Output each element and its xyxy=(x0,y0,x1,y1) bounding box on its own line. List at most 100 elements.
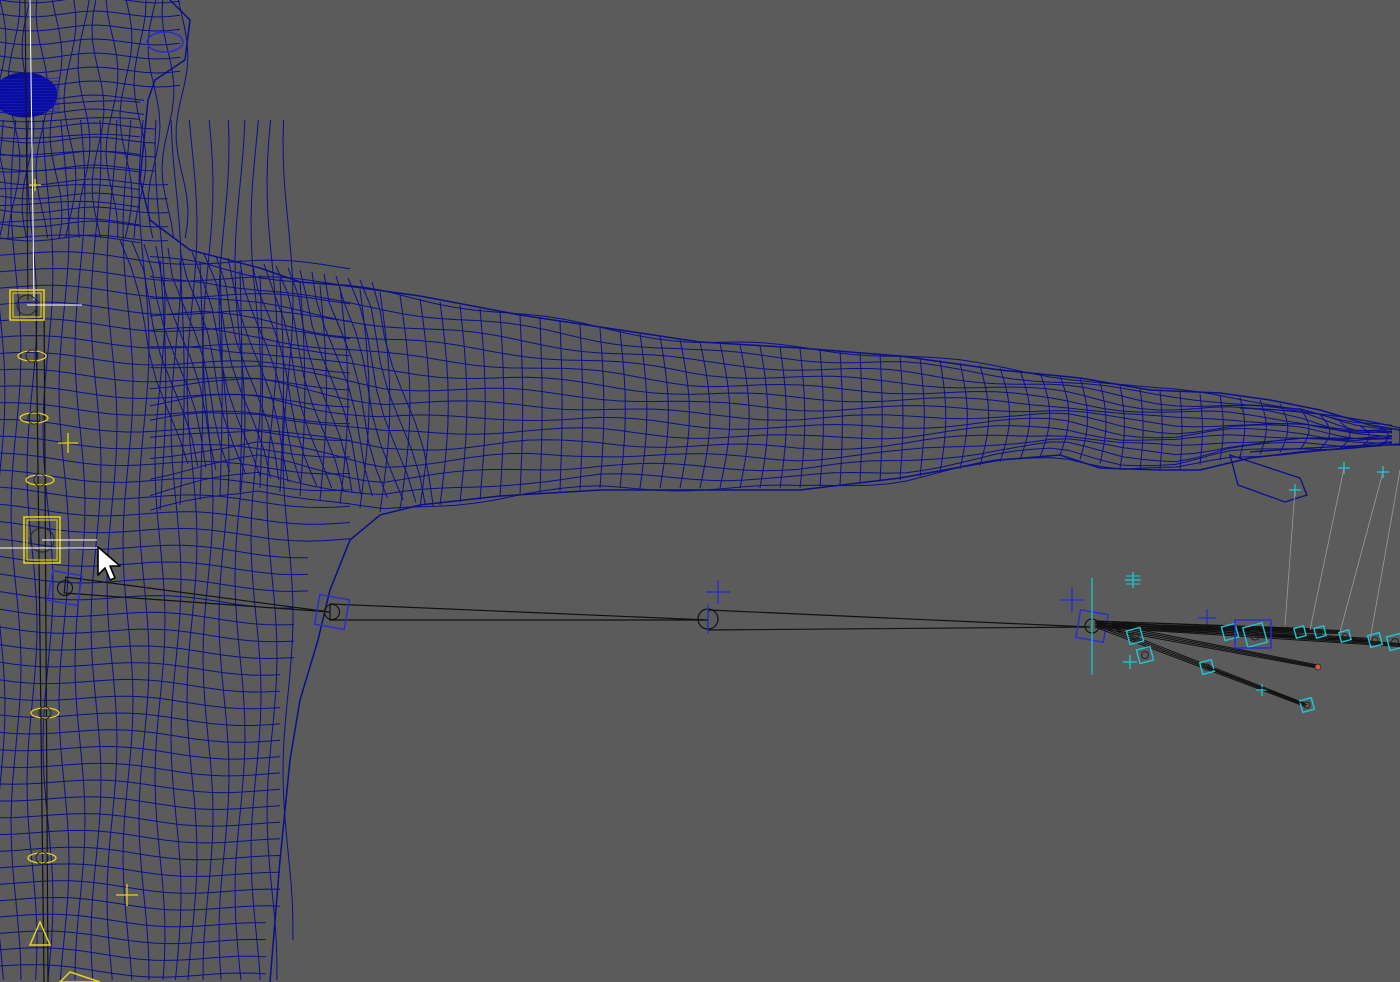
neck-edge-loop xyxy=(0,52,181,60)
torso-edge-loop xyxy=(0,555,309,576)
arm-ring xyxy=(1239,397,1246,458)
torso-edge-loop xyxy=(0,947,267,961)
shoulder-line xyxy=(359,279,426,505)
shoulder-line xyxy=(119,239,189,465)
arm-ring xyxy=(899,354,904,481)
neck-edge-loop xyxy=(0,206,169,214)
neck-edge-loop xyxy=(0,66,181,74)
arm-ring xyxy=(379,291,391,513)
hand-rig-helpers[interactable] xyxy=(1094,462,1400,714)
neck-edge-loop xyxy=(0,0,181,4)
torso-vertical-line xyxy=(250,119,262,981)
torso-edge-loop xyxy=(0,863,281,878)
arm-ring xyxy=(599,327,605,489)
arm-ring xyxy=(579,324,584,490)
arm-ring xyxy=(959,362,968,470)
torso-edge-loop xyxy=(0,521,351,542)
body-top-silhouette xyxy=(139,0,1400,431)
arm-ring xyxy=(439,301,449,506)
arm-ring xyxy=(639,333,648,489)
arm-edge-loop xyxy=(149,441,1393,483)
arm-ring xyxy=(979,365,990,466)
arm-edge-loop xyxy=(149,276,1393,431)
torso-edge-loop xyxy=(0,712,281,726)
torso-edge-loop xyxy=(0,626,295,643)
arm-edge-loop xyxy=(149,377,1393,440)
torso-edge-loop xyxy=(0,695,281,710)
torso-edge-loop xyxy=(0,116,141,123)
torso-vertical-line xyxy=(170,119,182,981)
arm-ring xyxy=(879,353,883,482)
neck-edge-loop xyxy=(0,24,181,32)
torso-vertical-line xyxy=(138,119,150,981)
neck-edge-loop xyxy=(0,38,181,46)
joint-handle-icon xyxy=(1141,651,1149,659)
arm-ring xyxy=(679,339,690,489)
arm-ring xyxy=(839,350,843,485)
body-bottom-silhouette xyxy=(269,443,1400,982)
torso-edge-loop xyxy=(0,419,351,441)
arm-ring xyxy=(1179,392,1183,471)
spine-disc-helper xyxy=(25,474,55,486)
finger-control-box xyxy=(1135,645,1155,665)
neck-vertical-line xyxy=(161,0,175,239)
pole-vector-line xyxy=(1369,469,1400,641)
torso-edge-loop xyxy=(0,200,141,208)
arm-ring xyxy=(799,347,806,489)
torso-edge-loop xyxy=(0,184,141,191)
torso-edge-loop xyxy=(0,591,295,609)
hip-helper-triangle xyxy=(58,971,101,982)
torso-edge-loop xyxy=(0,503,351,525)
torso-edge-loop xyxy=(0,896,281,911)
arm-ring xyxy=(1259,399,1267,455)
torso-edge-loop xyxy=(0,964,267,978)
thumb-bone xyxy=(1206,666,1308,706)
arm-ring xyxy=(1159,390,1163,470)
arm-ring xyxy=(459,305,468,503)
neck-edge-loop xyxy=(0,136,157,144)
torso-edge-loop xyxy=(0,880,281,894)
arm-ring xyxy=(999,367,1011,463)
torso-vertical-line xyxy=(234,119,246,981)
finger-tip-marker xyxy=(1314,663,1322,671)
neck-vertical-line xyxy=(105,0,119,239)
torso-edge-loop xyxy=(0,745,281,760)
joint-handle-icon xyxy=(33,473,47,487)
torso-edge-loop xyxy=(0,678,281,693)
neck-vertical-line xyxy=(7,0,21,239)
torso-vertical-line xyxy=(122,119,134,981)
neck-edge-loop xyxy=(0,122,157,130)
wireframe-scene[interactable] xyxy=(0,0,1400,982)
upper-arm-bone xyxy=(329,603,709,621)
forearm-bone xyxy=(707,609,1091,631)
arm-ring xyxy=(479,308,486,500)
shoulder-handle xyxy=(313,593,351,631)
arm-bone-chain[interactable] xyxy=(46,569,1216,675)
torso-vertical-line xyxy=(266,119,278,980)
arm-ring xyxy=(1199,393,1203,466)
arm-ring xyxy=(559,321,563,492)
torso-edge-loop xyxy=(0,661,281,676)
3d-viewport[interactable] xyxy=(0,0,1400,982)
pole-vector-line xyxy=(1309,467,1345,631)
torso-edge-loop xyxy=(0,234,141,244)
arm-ring xyxy=(779,346,787,489)
spine-line xyxy=(43,299,49,982)
shoulder-line xyxy=(143,243,207,469)
torso-edge-loop xyxy=(0,729,281,743)
torso-edge-loop xyxy=(0,644,295,660)
neck-vertical-line xyxy=(35,0,49,239)
arm-ring xyxy=(859,352,863,484)
spine-rig-helpers[interactable] xyxy=(0,0,138,982)
neck-vertical-line xyxy=(0,0,7,238)
mouse-pointer-icon xyxy=(97,546,121,581)
arm-ring xyxy=(759,345,769,489)
shoulder-line xyxy=(335,275,404,501)
arm-ring xyxy=(239,270,243,493)
pole-vector-line xyxy=(1284,489,1296,626)
torso-vertical-line xyxy=(202,119,214,980)
arm-ring xyxy=(1039,372,1051,458)
arm-ring xyxy=(1059,375,1070,456)
arm-ring xyxy=(659,336,669,489)
torso-vertical-line xyxy=(74,119,86,981)
